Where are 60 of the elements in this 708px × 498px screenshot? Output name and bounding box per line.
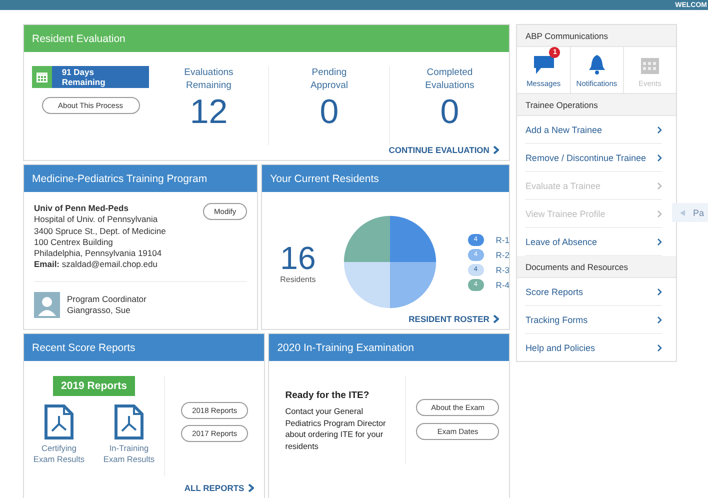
address-line: 100 Centrex Building bbox=[34, 236, 114, 248]
menu-item[interactable]: Add a New Trainee bbox=[525, 116, 662, 144]
stat-label: Pending Approval bbox=[309, 66, 349, 92]
card-title: Resident Evaluation bbox=[32, 32, 126, 44]
coordinator-role: Program Coordinator bbox=[67, 294, 146, 305]
report-file-link[interactable]: In-Training Exam Results bbox=[103, 404, 155, 465]
caret-icon bbox=[680, 210, 685, 216]
legend-label: R-4 bbox=[496, 280, 510, 290]
resident-count-label: Residents bbox=[280, 274, 316, 284]
menu-item[interactable]: Help and Policies bbox=[525, 334, 662, 361]
bell-icon bbox=[586, 54, 607, 75]
email-line: Email: szaldad@email.chop.edu bbox=[34, 259, 158, 271]
address-line: Philadelphia, Pennsylvania 19104 bbox=[34, 248, 163, 260]
avatar-icon bbox=[34, 292, 60, 318]
section-title: Trainee Operations bbox=[525, 100, 598, 110]
chevron-icon bbox=[493, 146, 500, 154]
exam-heading: Ready for the ITE? bbox=[285, 390, 370, 401]
days-remaining-text: 91 Days Remaining bbox=[60, 66, 106, 88]
calendar-icon bbox=[640, 55, 660, 75]
stat-label: Completed Evaluations bbox=[424, 66, 476, 92]
legend-label: R-2 bbox=[496, 250, 510, 260]
address-line: Hospital of Univ. of Pennsylvania bbox=[34, 214, 159, 226]
resident-roster-link[interactable]: RESIDENT ROSTER bbox=[408, 314, 500, 324]
card-title: Medicine-Pediatrics Training Program bbox=[32, 172, 208, 184]
chevron-icon bbox=[656, 288, 662, 296]
menu-item[interactable]: Score Reports bbox=[525, 278, 662, 306]
menu-item[interactable]: Tracking Forms bbox=[525, 306, 662, 334]
pdf-file-icon bbox=[114, 404, 144, 440]
exam-text: Contact your General Pediatrics Program Director about ordering ITE for your residents bbox=[285, 406, 387, 452]
chat-bubble-icon bbox=[532, 55, 555, 75]
resident-count: 16 bbox=[280, 240, 316, 274]
chevron-icon bbox=[493, 315, 500, 323]
card-title: Recent Score Reports bbox=[32, 342, 136, 354]
pdf-file-icon bbox=[44, 404, 74, 440]
stat-value: 0 bbox=[440, 92, 460, 132]
stat-value: 12 bbox=[190, 92, 228, 132]
chevron-icon bbox=[656, 238, 662, 246]
program-name: Univ of Penn Med-Peds bbox=[34, 203, 130, 214]
menu-item[interactable]: Remove / Discontinue Trainee bbox=[525, 144, 662, 172]
chevron-icon bbox=[656, 182, 662, 190]
chevron-icon bbox=[248, 484, 254, 492]
legend-label: R-1 bbox=[496, 234, 510, 244]
coordinator-name: Giangrasso, Sue bbox=[67, 304, 132, 316]
chevron-icon bbox=[656, 344, 662, 352]
report-file-link[interactable]: Certifying Exam Results bbox=[33, 404, 85, 465]
calendar-icon bbox=[36, 71, 48, 83]
section-title: ABP Communications bbox=[525, 30, 608, 40]
chevron-icon bbox=[656, 316, 662, 324]
stat-value: 0 bbox=[320, 92, 339, 132]
chevron-icon bbox=[656, 154, 662, 162]
all-reports-link[interactable]: ALL REPORTS bbox=[184, 483, 254, 493]
card-title: 2020 In-Training Examination bbox=[277, 342, 414, 354]
chevron-icon bbox=[656, 210, 662, 218]
chevron-icon bbox=[656, 126, 662, 134]
legend-label: R-3 bbox=[496, 264, 510, 274]
stat-label: Evaluations Remaining bbox=[183, 66, 234, 92]
address-line: 3400 Spruce St., Dept. of Medicine bbox=[34, 226, 166, 237]
section-title: Documents and Resources bbox=[525, 262, 628, 272]
continue-evaluation-link[interactable]: CONTINUE EVALUATION bbox=[388, 145, 500, 155]
card-title: Your Current Residents bbox=[270, 172, 379, 184]
